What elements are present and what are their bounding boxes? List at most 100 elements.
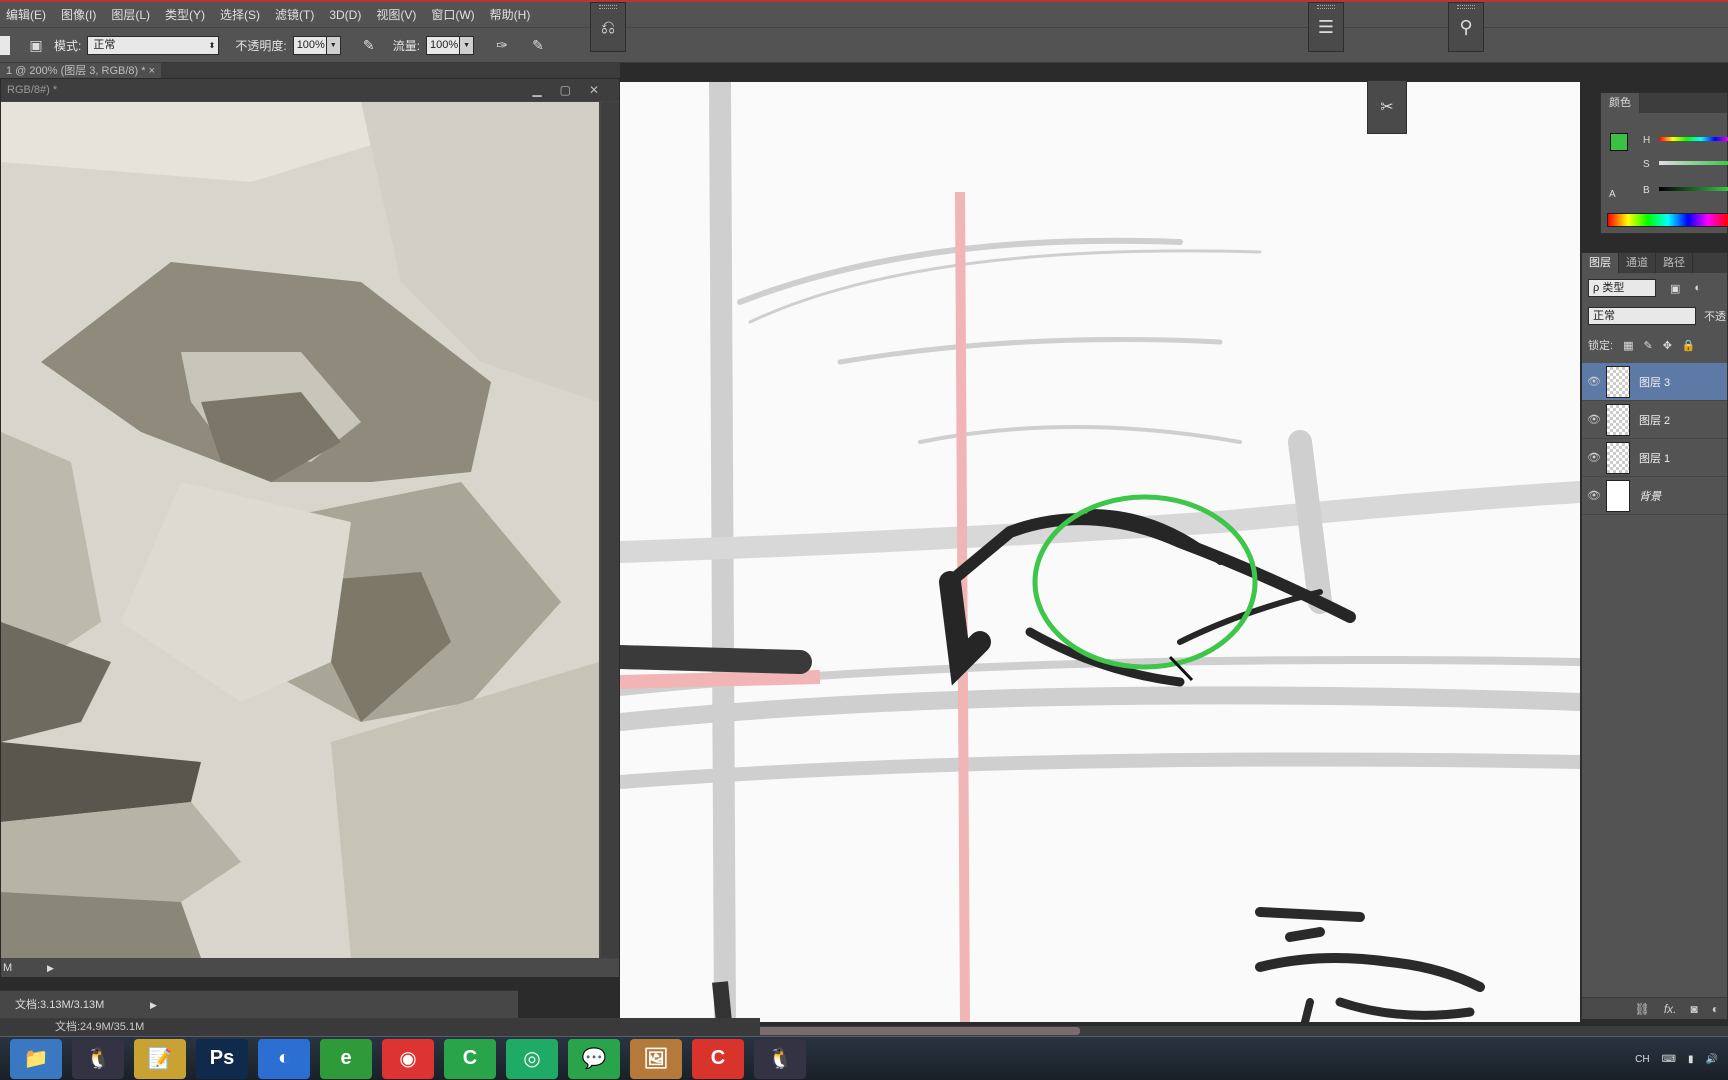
- taskbar-app-notepad[interactable]: 📝: [134, 1038, 186, 1079]
- taskbar-app-qq[interactable]: 🐧: [72, 1038, 124, 1079]
- foreground-color-swatch[interactable]: [1610, 133, 1628, 151]
- lock-position-icon[interactable]: ✥: [1663, 339, 1672, 352]
- lock-transparent-icon[interactable]: ▦: [1623, 339, 1633, 352]
- taskbar-app-music[interactable]: ◉: [382, 1038, 434, 1079]
- opacity-short-label: 不透: [1704, 311, 1726, 323]
- taskbar-app-camtasia[interactable]: C: [444, 1038, 496, 1079]
- hue-slider[interactable]: [1659, 137, 1728, 141]
- floating-tool-panel[interactable]: ⚲: [1448, 2, 1484, 52]
- visibility-eye-icon[interactable]: 👁: [1582, 451, 1606, 464]
- reference-window-title-text: RGB/8#) *: [7, 84, 58, 96]
- brightness-slider[interactable]: [1659, 187, 1728, 191]
- opacity-label: 不透明度:: [235, 38, 287, 53]
- menu-item[interactable]: 图像(I): [61, 6, 96, 23]
- layer-thumbnail: [1606, 365, 1630, 398]
- floating-history-panel[interactable]: ⎌: [590, 2, 626, 52]
- menu-item[interactable]: 类型(Y): [165, 6, 205, 23]
- visibility-eye-icon[interactable]: 👁: [1582, 375, 1606, 388]
- volume-icon[interactable]: 🔊: [1706, 1054, 1718, 1065]
- taskbar-app-photoshop[interactable]: Ps: [196, 1038, 248, 1079]
- reference-image-window[interactable]: RGB/8#) * ▁ ▢ ✕ M ▶: [0, 78, 620, 978]
- reference-doc-size: 文档:3.13M/3.13M: [15, 999, 105, 1011]
- taskbar-app-explorer[interactable]: 📁: [10, 1038, 62, 1079]
- taskbar-app-iqiyi[interactable]: ◎: [506, 1038, 558, 1079]
- maximize-icon[interactable]: ▢: [560, 79, 571, 101]
- taskbar-app-wechat[interactable]: 💬: [568, 1038, 620, 1079]
- doc-size-menu-icon[interactable]: ▶: [150, 991, 157, 1019]
- close-icon[interactable]: ✕: [589, 79, 599, 101]
- ime-indicator[interactable]: CH: [1635, 1054, 1649, 1065]
- mode-select[interactable]: 正常 ⬍: [87, 35, 220, 55]
- menu-item[interactable]: 窗口(W): [431, 6, 474, 23]
- adjustment-icon[interactable]: ◐: [1712, 1002, 1719, 1016]
- flow-input[interactable]: 100%: [426, 35, 461, 55]
- reference-window-title[interactable]: RGB/8#) * ▁ ▢ ✕: [1, 79, 619, 101]
- taskbar-app-browser-360[interactable]: e: [320, 1038, 372, 1079]
- menu-item[interactable]: 图层(L): [111, 6, 150, 23]
- floating-adjust-panel[interactable]: ☰: [1308, 2, 1344, 52]
- tool-options-mini-panel[interactable]: ✂: [1367, 80, 1407, 134]
- visibility-eye-icon[interactable]: 👁: [1582, 489, 1606, 502]
- tab-channels[interactable]: 通道: [1619, 253, 1656, 273]
- menu-item[interactable]: 滤镜(T): [275, 6, 314, 23]
- minimize-icon[interactable]: ▁: [532, 79, 541, 101]
- layers-panel-footer: ⛓ fx. ◙ ◐: [1582, 997, 1727, 1019]
- tab-paths[interactable]: 路径: [1656, 253, 1693, 273]
- taskbar-apps: 📁 🐧 📝 Ps ◐ e ◉ C ◎ 💬 🖼 C 🐧: [0, 1038, 806, 1079]
- saturation-slider[interactable]: [1659, 161, 1728, 165]
- menu-item[interactable]: 编辑(E): [6, 6, 46, 23]
- menu-item[interactable]: 3D(D): [329, 8, 361, 22]
- flow-dropdown-button[interactable]: ▼: [460, 35, 475, 55]
- tool-preset-picker[interactable]: [0, 35, 10, 55]
- opacity-dropdown-button[interactable]: ▼: [326, 35, 341, 55]
- visibility-eye-icon[interactable]: 👁: [1582, 413, 1606, 426]
- lock-all-icon[interactable]: 🔒: [1682, 339, 1696, 352]
- layer-thumbnail: [1606, 479, 1630, 512]
- tab-layers[interactable]: 图层: [1582, 253, 1619, 273]
- taskbar-app-recorder[interactable]: C: [692, 1038, 744, 1079]
- mode-value: 正常: [93, 38, 116, 51]
- network-icon[interactable]: ▮: [1688, 1054, 1694, 1065]
- layer-row[interactable]: 👁 图层 3: [1582, 363, 1727, 401]
- taskbar-app-photo[interactable]: 🖼: [630, 1038, 682, 1079]
- lock-label: 锁定:: [1588, 340, 1614, 352]
- layers-panel: 图层 通道 路径 ρ 类型 ▣ ◐ 正常 不透 锁定: ▦ ✎ ✥ 🔒 👁 图层 3 👁…: [1581, 252, 1728, 1020]
- layer-filter-select[interactable]: ρ 类型: [1588, 279, 1656, 297]
- menu-item[interactable]: 视图(V): [376, 6, 416, 23]
- keyboard-icon[interactable]: ⌨: [1662, 1054, 1676, 1065]
- pressure-size-icon[interactable]: ✎: [528, 35, 548, 55]
- gamut-warning-icon: A: [1609, 189, 1616, 200]
- brush-panel-icon[interactable]: ▣: [26, 35, 46, 55]
- image-filter-icon[interactable]: ▣: [1670, 282, 1680, 295]
- fx-icon[interactable]: fx.: [1664, 1002, 1677, 1016]
- play-arrow-icon[interactable]: ▶: [47, 959, 54, 977]
- layer-row[interactable]: 👁 背景: [1582, 477, 1727, 515]
- main-horizontal-scrollbar-thumb[interactable]: [740, 1027, 1080, 1035]
- lock-paint-icon[interactable]: ✎: [1643, 339, 1652, 352]
- crossed-tools-icon: ✂: [1380, 99, 1394, 116]
- adjustment-filter-icon[interactable]: ◐: [1694, 282, 1701, 294]
- link-icon[interactable]: ⛓: [1635, 1002, 1650, 1016]
- reference-vertical-scrollbar[interactable]: [601, 102, 619, 958]
- blend-mode-select[interactable]: 正常: [1588, 307, 1696, 325]
- pressure-opacity-icon[interactable]: ✎: [359, 35, 379, 55]
- opacity-input[interactable]: 100%: [292, 35, 327, 55]
- eye-sketch: [620, 82, 1580, 1022]
- color-panel: 颜色 H S B A: [1600, 92, 1728, 234]
- menu-item[interactable]: 帮助(H): [490, 6, 531, 23]
- taskbar-app-qq-2[interactable]: 🐧: [754, 1038, 806, 1079]
- saturation-label: S: [1643, 159, 1650, 170]
- layer-row[interactable]: 👁 图层 2: [1582, 401, 1727, 439]
- taskbar-app-browser[interactable]: ◐: [258, 1038, 310, 1079]
- layer-thumbnail: [1606, 441, 1630, 474]
- menu-item[interactable]: 选择(S): [220, 6, 260, 23]
- drawing-canvas[interactable]: [620, 82, 1580, 1022]
- windows-taskbar: 📁 🐧 📝 Ps ◐ e ◉ C ◎ 💬 🖼 C 🐧 CH ⌨ ▮ 🔊: [0, 1036, 1728, 1080]
- mask-icon[interactable]: ◙: [1691, 1002, 1698, 1016]
- color-panel-tab[interactable]: 颜色: [1601, 93, 1640, 113]
- layer-name: 图层 1: [1639, 452, 1671, 465]
- layer-row[interactable]: 👁 图层 1: [1582, 439, 1727, 477]
- main-status-bar: 文档:24.9M/35.1M: [0, 1018, 760, 1036]
- airbrush-icon[interactable]: ✑: [492, 35, 512, 55]
- color-spectrum-bar[interactable]: [1607, 213, 1728, 227]
